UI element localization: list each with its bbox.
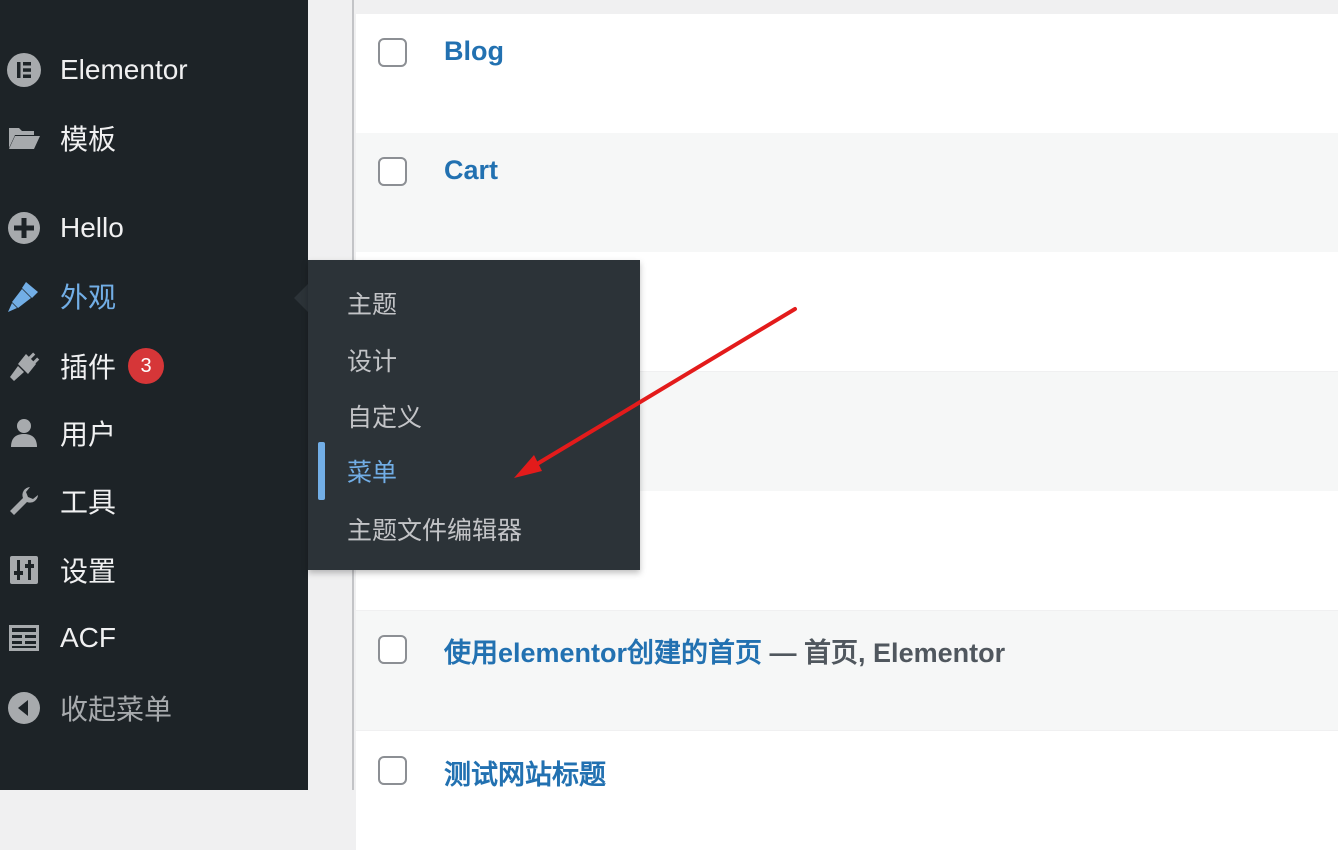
plus-circle-icon — [8, 212, 40, 244]
sidebar-item-templates[interactable]: 模板 — [0, 110, 308, 166]
acf-grid-icon — [9, 625, 39, 651]
sidebar-item-label: 收起菜单 — [60, 694, 173, 725]
submenu-item-theme-file-editor[interactable]: 主题文件编辑器 — [308, 501, 640, 557]
sidebar-item-label: 用户 — [60, 419, 117, 450]
submenu-item-menus[interactable]: 菜单 — [308, 442, 640, 500]
update-count-badge: 3 — [128, 348, 164, 384]
sidebar-item-label: 模板 — [60, 124, 117, 155]
submenu-item-label: 菜单 — [347, 459, 398, 487]
sidebar-item-label: 外观 — [60, 282, 117, 313]
row-checkbox[interactable] — [378, 157, 407, 186]
submenu-item-customize[interactable]: 自定义 — [308, 388, 640, 444]
page-title-group: 使用elementor创建的首页 — 首页, Elementor — [444, 631, 1005, 670]
sidebar-item-label: Hello — [60, 212, 124, 243]
collapse-menu-button[interactable]: 收起菜单 — [0, 680, 308, 736]
sidebar-item-elementor[interactable]: Elementor — [0, 42, 308, 98]
row-checkbox[interactable] — [378, 38, 407, 67]
sidebar-item-label: Elementor — [60, 54, 188, 85]
page-title-link[interactable]: Blog — [444, 36, 504, 67]
settings-sliders-icon — [10, 556, 38, 584]
paintbrush-icon — [8, 282, 38, 312]
elementor-icon — [7, 53, 41, 87]
sidebar-item-label: 插件 — [60, 352, 117, 383]
table-row: 使用elementor创建的首页 — 首页, Elementor — [356, 611, 1338, 730]
submenu-item-label: 主题 — [347, 291, 398, 319]
submenu-item-label: 自定义 — [347, 404, 423, 432]
sidebar-item-users[interactable]: 用户 — [0, 405, 308, 461]
row-checkbox[interactable] — [378, 635, 407, 664]
flyout-pointer — [294, 284, 308, 312]
sidebar-item-hello[interactable]: Hello — [0, 200, 308, 256]
submenu-item-label: 设计 — [347, 348, 398, 376]
folder-open-icon — [9, 128, 40, 149]
table-row: Cart — [356, 133, 1338, 252]
page-state-label: — 首页, Elementor — [762, 638, 1006, 668]
submenu-item-themes[interactable]: 主题 — [308, 275, 640, 331]
sidebar-item-label: 设置 — [60, 556, 117, 587]
submenu-item-label: 主题文件编辑器 — [347, 517, 523, 545]
sidebar-item-acf[interactable]: ACF — [0, 610, 308, 666]
wrench-icon — [10, 487, 38, 515]
row-checkbox[interactable] — [378, 756, 407, 785]
user-icon — [11, 419, 37, 447]
page-title-link[interactable]: 使用elementor创建的首页 — [444, 638, 762, 668]
collapse-left-icon — [8, 692, 40, 724]
sidebar-item-label: 工具 — [60, 487, 117, 518]
sidebar-item-appearance[interactable]: 外观 — [0, 268, 308, 324]
sidebar-item-plugins[interactable]: 插件 3 — [0, 338, 308, 394]
page-title-link[interactable]: Cart — [444, 155, 498, 186]
submenu-item-design[interactable]: 设计 — [308, 332, 640, 388]
table-row: Blog — [356, 14, 1338, 133]
table-row: 测试网站标题 — [356, 731, 1338, 850]
current-indicator — [318, 442, 325, 500]
sidebar-item-label: ACF — [60, 622, 116, 653]
page-title-link[interactable]: 测试网站标题 — [444, 753, 606, 792]
sidebar-item-tools[interactable]: 工具 — [0, 473, 308, 529]
plugin-icon — [10, 352, 40, 381]
appearance-submenu: 主题 设计 自定义 菜单 主题文件编辑器 — [308, 260, 640, 570]
sidebar-item-settings[interactable]: 设置 — [0, 542, 308, 598]
admin-sidebar: Elementor 模板 Hello 外观 插件 3 用户 工具 设置 ACF … — [0, 0, 308, 790]
